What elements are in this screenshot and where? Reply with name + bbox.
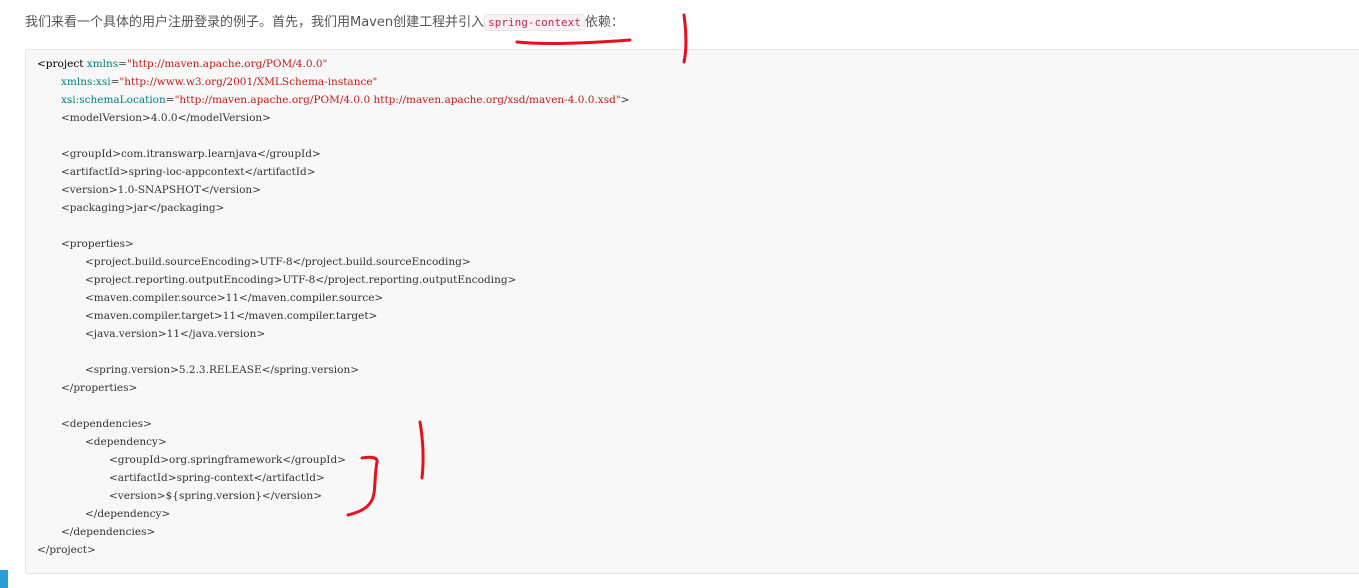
value-xmlns: "http://maven.apache.org/POM/4.0.0": [126, 58, 328, 70]
code-line-project-close: </project>: [37, 544, 96, 556]
code-line-dep-artifact-id: <artifactId>spring-context</artifactId>: [109, 472, 325, 484]
code-line-spring-version: <spring.version>5.2.3.RELEASE</spring.ve…: [85, 364, 360, 376]
tag-project-open: <project: [37, 58, 84, 70]
code-line-properties-close: </properties>: [61, 382, 138, 394]
code-line-dependencies-open: <dependencies>: [61, 418, 152, 430]
code-line-packaging: <packaging>jar</packaging>: [61, 202, 225, 214]
code-line-compiler-target: <maven.compiler.target>11</maven.compile…: [85, 310, 378, 322]
code-line-dep-group-id: <groupId>org.springframework</groupId>: [109, 454, 346, 466]
scroll-accent-bar: [0, 570, 8, 588]
attr-xmlns-xsi: xmlns:xsi: [61, 76, 111, 88]
code-line-properties-open: <properties>: [61, 238, 134, 250]
intro-text-after: 依赖：: [584, 15, 624, 30]
code-line-group-id: <groupId>com.itranswarp.learnjava</group…: [61, 148, 321, 160]
code-line-version: <version>1.0-SNAPSHOT</version>: [61, 184, 261, 196]
code-line-artifact-id: <artifactId>spring-ioc-appcontext</artif…: [61, 166, 316, 178]
intro-text-before: 我们来看一个具体的用户注册登录的例子。首先，我们用Maven创建工程并引入: [25, 15, 485, 30]
value-schema-location: "http://maven.apache.org/POM/4.0.0 http:…: [174, 94, 621, 106]
code-line-dependencies-close: </dependencies>: [61, 526, 156, 538]
code-line-schema-location: xsi:schemaLocation="http://maven.apache.…: [61, 94, 630, 106]
code-line-model-version: <modelVersion>4.0.0</modelVersion>: [61, 112, 271, 124]
value-xmlns-xsi: "http://www.w3.org/2001/XMLSchema-instan…: [119, 76, 378, 88]
code-line-java-version: <java.version>11</java.version>: [85, 328, 266, 340]
intro-paragraph: 我们来看一个具体的用户注册登录的例子。首先，我们用Maven创建工程并引入 spr…: [25, 12, 624, 34]
code-line-dependency-close: </dependency>: [85, 508, 171, 520]
code-line-output-encoding: <project.reporting.outputEncoding>UTF-8<…: [85, 274, 517, 286]
code-line-source-encoding: <project.build.sourceEncoding>UTF-8</pro…: [85, 256, 471, 268]
code-line-project-open: <project xmlns="http://maven.apache.org/…: [37, 58, 328, 70]
code-line-dependency-open: <dependency>: [85, 436, 167, 448]
code-block[interactable]: <project xmlns="http://maven.apache.org/…: [25, 49, 1359, 574]
inline-code-spring-context: spring-context: [484, 14, 585, 31]
code-line-dep-version: <version>${spring.version}</version>: [109, 490, 323, 502]
attr-schema-location: xsi:schemaLocation: [61, 94, 166, 106]
underline-annotation: [515, 38, 632, 45]
attr-xmlns: xmlns: [86, 58, 119, 70]
code-line-compiler-source: <maven.compiler.source>11</maven.compile…: [85, 292, 384, 304]
code-line-xmlns-xsi: xmlns:xsi="http://www.w3.org/2001/XMLSch…: [61, 76, 378, 88]
